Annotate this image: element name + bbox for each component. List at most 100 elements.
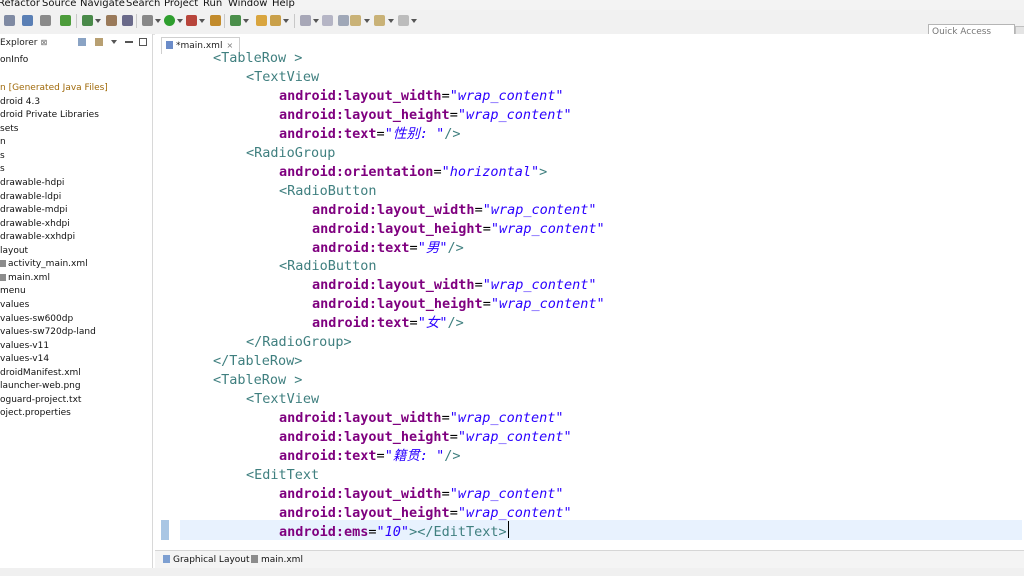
tree-item[interactable]: s	[0, 150, 5, 162]
code-token-punct: =	[441, 410, 450, 427]
menu-help[interactable]: Help	[272, 0, 295, 10]
chevron-down-icon[interactable]	[388, 19, 394, 23]
maximize-icon[interactable]	[139, 38, 147, 46]
menu-search[interactable]: Search	[126, 0, 160, 10]
code-token-punct: =	[433, 163, 442, 180]
tree-item[interactable]: layout	[0, 245, 28, 257]
chevron-down-icon[interactable]	[313, 19, 319, 23]
menu-window[interactable]: Window	[228, 0, 267, 10]
tab-graphical-layout[interactable]: Graphical Layout	[163, 553, 250, 567]
tree-item-file[interactable]: activity_main.xml	[0, 258, 88, 270]
toolbar-separator	[76, 14, 77, 28]
home-icon[interactable]	[338, 15, 349, 26]
code-editor[interactable]: <TableRow > <TextView android:layout_width…	[180, 49, 1022, 547]
chevron-down-icon[interactable]	[411, 19, 417, 23]
save-icon[interactable]	[4, 15, 15, 26]
tree-item[interactable]: n	[0, 136, 6, 148]
tree-item-file[interactable]: main.xml	[0, 272, 50, 284]
tree-item[interactable]: menu	[0, 285, 26, 297]
menu-run[interactable]: Run	[203, 0, 222, 10]
open-icon[interactable]	[60, 15, 71, 26]
history-icon[interactable]	[398, 15, 409, 26]
cut-icon[interactable]	[122, 15, 133, 26]
debug-icon[interactable]	[186, 15, 197, 26]
run-icon[interactable]	[164, 15, 175, 26]
menu-navigate[interactable]: Navigate	[80, 0, 125, 10]
forward-icon[interactable]	[374, 15, 385, 26]
chevron-down-icon[interactable]	[95, 19, 101, 23]
code-token-val: "wrap_content"	[449, 485, 564, 502]
chevron-down-icon[interactable]	[111, 40, 117, 44]
chevron-down-icon[interactable]	[199, 19, 205, 23]
back-icon[interactable]	[350, 15, 361, 26]
xml-file-icon	[251, 555, 258, 563]
tree-item[interactable]: droid 4.3	[0, 96, 40, 108]
close-icon[interactable]: ⊠	[40, 38, 47, 47]
code-token-tag: <RadioGroup	[246, 144, 336, 161]
tree-item[interactable]: values	[0, 299, 29, 311]
tools-icon[interactable]	[106, 15, 117, 26]
tree-item[interactable]: drawable-ldpi	[0, 191, 61, 203]
navigate-icon[interactable]	[270, 15, 281, 26]
code-token-punct: =	[441, 87, 450, 104]
toolbar-separator	[136, 14, 137, 28]
explorer-tab-label: Explorer	[0, 38, 38, 48]
code-token-tag: <TextView	[246, 391, 320, 408]
code-line: android:text="籍贯: "/>	[279, 447, 460, 466]
link-icon[interactable]	[95, 38, 103, 46]
tree-item[interactable]: values-sw720dp-land	[0, 326, 96, 338]
code-token-val: "男"	[417, 239, 448, 256]
menu-source[interactable]: Source	[42, 0, 76, 10]
collapse-icon[interactable]	[78, 38, 86, 46]
chevron-down-icon[interactable]	[155, 19, 161, 23]
tree-item[interactable]: launcher-web.png	[0, 380, 81, 392]
save-all-icon[interactable]	[22, 15, 33, 26]
pin-icon[interactable]	[322, 15, 333, 26]
chevron-down-icon[interactable]	[177, 19, 183, 23]
tree-item[interactable]: s	[0, 163, 5, 175]
tree-item[interactable]: drawable-xxhdpi	[0, 231, 75, 243]
search-icon[interactable]	[210, 15, 221, 26]
tree-item[interactable]: values-v11	[0, 340, 49, 352]
code-token-attr: android:text	[279, 447, 377, 464]
chevron-down-icon[interactable]	[364, 19, 370, 23]
code-line: <RadioButton	[279, 257, 377, 276]
code-token-val: "籍贯: "	[384, 447, 445, 464]
minimize-icon[interactable]	[125, 41, 133, 43]
tree-item[interactable]: drawable-hdpi	[0, 177, 64, 189]
chevron-down-icon[interactable]	[283, 19, 289, 23]
code-token-punct: =	[449, 106, 458, 123]
menu-refactor[interactable]: Refactor	[0, 0, 40, 10]
code-token-punct: =	[482, 296, 491, 313]
code-token-val: "wrap_content"	[457, 106, 572, 123]
print-icon[interactable]	[40, 15, 51, 26]
code-token-tag: />	[447, 239, 464, 256]
check-icon[interactable]	[82, 15, 93, 26]
code-token-attr: android:layout_height	[279, 106, 450, 123]
tab-main-xml-source[interactable]: main.xml	[251, 553, 303, 567]
menu-project[interactable]: Project	[164, 0, 198, 10]
folder-icon[interactable]	[256, 15, 267, 26]
code-token-attr: android:layout_width	[312, 277, 475, 294]
tree-item[interactable]: drawable-xhdpi	[0, 218, 70, 230]
chevron-down-icon[interactable]	[243, 19, 249, 23]
code-token-attr: android:layout_height	[279, 429, 450, 445]
tree-item[interactable]: droidManifest.xml	[0, 367, 81, 379]
tree-item[interactable]: oject.properties	[0, 407, 71, 419]
tree-item[interactable]: oguard-project.txt	[0, 394, 81, 406]
tree-item[interactable]: values-v14	[0, 353, 49, 365]
toolbar-separator	[294, 14, 295, 28]
tree-item[interactable]: onInfo	[0, 54, 28, 66]
tree-item[interactable]: sets	[0, 123, 18, 135]
code-token-attr: android:layout_width	[279, 485, 442, 502]
code-line: android:layout_height="wrap_content"	[279, 504, 572, 523]
annotation-icon[interactable]	[300, 15, 311, 26]
tree-item[interactable]: values-sw600dp	[0, 313, 73, 325]
tree-item-generated[interactable]: n [Generated Java Files]	[0, 82, 108, 94]
explorer-tab[interactable]: Explorer ⊠	[0, 36, 47, 50]
tree-item[interactable]: drawable-mdpi	[0, 204, 68, 216]
code-line: android:layout_width="wrap_content"	[312, 201, 597, 220]
tree-item[interactable]: droid Private Libraries	[0, 109, 99, 121]
new-icon[interactable]	[230, 15, 241, 26]
settings-icon[interactable]	[142, 15, 153, 26]
